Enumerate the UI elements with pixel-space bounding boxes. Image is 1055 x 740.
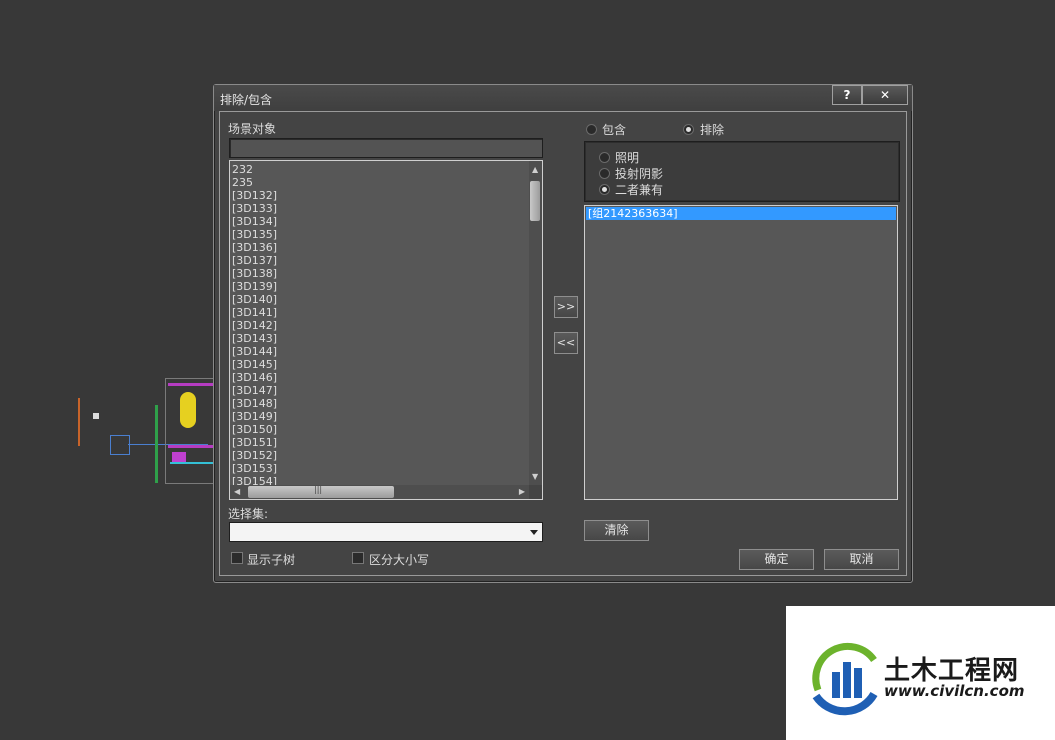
scroll-down-icon[interactable]: ▼ [532,472,538,481]
cast-shadows-label: 投射阴影 [615,167,664,181]
add-to-list-button[interactable]: >> [554,296,578,318]
scene-objects-items: 232 235 [3D132] [3D133] [3D134] [3D135] [3D136… [230,163,529,488]
list-item[interactable]: [组2142363634] [586,207,896,220]
include-label: 包含 [602,123,627,137]
list-item[interactable]: [3D132] [230,189,529,202]
show-subtree-checkbox[interactable] [231,552,243,564]
list-item[interactable]: [3D146] [230,371,529,384]
list-item[interactable]: [3D143] [230,332,529,345]
list-item[interactable]: [3D133] [230,202,529,215]
scroll-grip-icon: ||| [314,485,323,494]
scene-objects-label: 场景对象 [228,122,277,136]
list-item[interactable]: 232 [230,163,529,176]
scroll-right-icon[interactable]: ▶ [519,487,525,496]
scroll-up-icon[interactable]: ▲ [532,165,538,174]
list-item[interactable]: [3D141] [230,306,529,319]
list-item[interactable]: [3D149] [230,410,529,423]
show-subtree-label: 显示子树 [247,553,296,567]
list-item[interactable]: [3D148] [230,397,529,410]
exclude-radio[interactable] [683,124,694,135]
list-item[interactable]: [3D134] [230,215,529,228]
both-radio[interactable] [599,184,610,195]
illumination-radio[interactable] [599,152,610,163]
cast-shadows-radio[interactable] [599,168,610,179]
list-item[interactable]: [3D138] [230,267,529,280]
exclude-options-group: 照明 投射阴影 二者兼有 [584,141,900,202]
case-sensitive-checkbox[interactable] [352,552,364,564]
excluded-objects-list[interactable]: [组2142363634] [584,205,898,500]
include-radio[interactable] [586,124,597,135]
list-item[interactable]: [3D153] [230,462,529,475]
viewport-geometry [0,0,215,740]
selection-set-dropdown[interactable] [229,522,543,542]
help-button[interactable]: ? [832,85,862,105]
scene-search-input[interactable] [229,138,543,158]
close-button[interactable]: ✕ [862,85,908,105]
list-item[interactable]: [3D152] [230,449,529,462]
list-item[interactable]: [3D136] [230,241,529,254]
list-item[interactable]: 235 [230,176,529,189]
dropdown-arrow-icon [530,530,538,535]
excluded-objects-items: [组2142363634] [586,207,896,220]
brand-url: www.civilcn.com [884,682,1025,700]
scene-list-horizontal-scrollbar[interactable]: ◀ ||| ▶ [230,485,529,499]
list-item[interactable]: [3D150] [230,423,529,436]
both-label: 二者兼有 [615,183,664,197]
list-item[interactable]: [3D140] [230,293,529,306]
list-item[interactable]: [3D147] [230,384,529,397]
selection-set-label: 选择集: [228,507,269,521]
site-watermark: 土木工程网 www.civilcn.com [786,606,1055,740]
exclude-include-dialog: 排除/包含 ? ✕ 场景对象 232 235 [3D132] [3D133] [3D13… [213,84,913,583]
illumination-label: 照明 [615,151,640,165]
civilcn-logo-icon [812,642,878,716]
list-item[interactable]: [3D137] [230,254,529,267]
dialog-body: 场景对象 232 235 [3D132] [3D133] [3D134] [3D135][… [219,111,907,576]
list-item[interactable]: [3D145] [230,358,529,371]
scene-objects-list[interactable]: 232 235 [3D132] [3D133] [3D134] [3D135] [3D136… [229,160,543,500]
clear-button[interactable]: 清除 [584,520,649,541]
remove-from-list-button[interactable]: << [554,332,578,354]
cancel-button[interactable]: 取消 [824,549,899,570]
scroll-left-icon[interactable]: ◀ [234,487,240,496]
list-item[interactable]: [3D151] [230,436,529,449]
horizontal-scroll-thumb[interactable]: ||| [248,485,394,498]
case-sensitive-label: 区分大小写 [369,553,430,567]
title-bar[interactable]: 排除/包含 ? ✕ [214,85,912,111]
list-item[interactable]: [3D135] [230,228,529,241]
ok-button[interactable]: 确定 [739,549,814,570]
vertical-scroll-thumb[interactable] [530,181,540,221]
list-item[interactable]: [3D142] [230,319,529,332]
exclude-label: 排除 [700,123,725,137]
scene-list-vertical-scrollbar[interactable]: ▲ ▼ [529,161,542,485]
list-item[interactable]: [3D144] [230,345,529,358]
list-item[interactable]: [3D139] [230,280,529,293]
dialog-title: 排除/包含 [220,93,273,107]
